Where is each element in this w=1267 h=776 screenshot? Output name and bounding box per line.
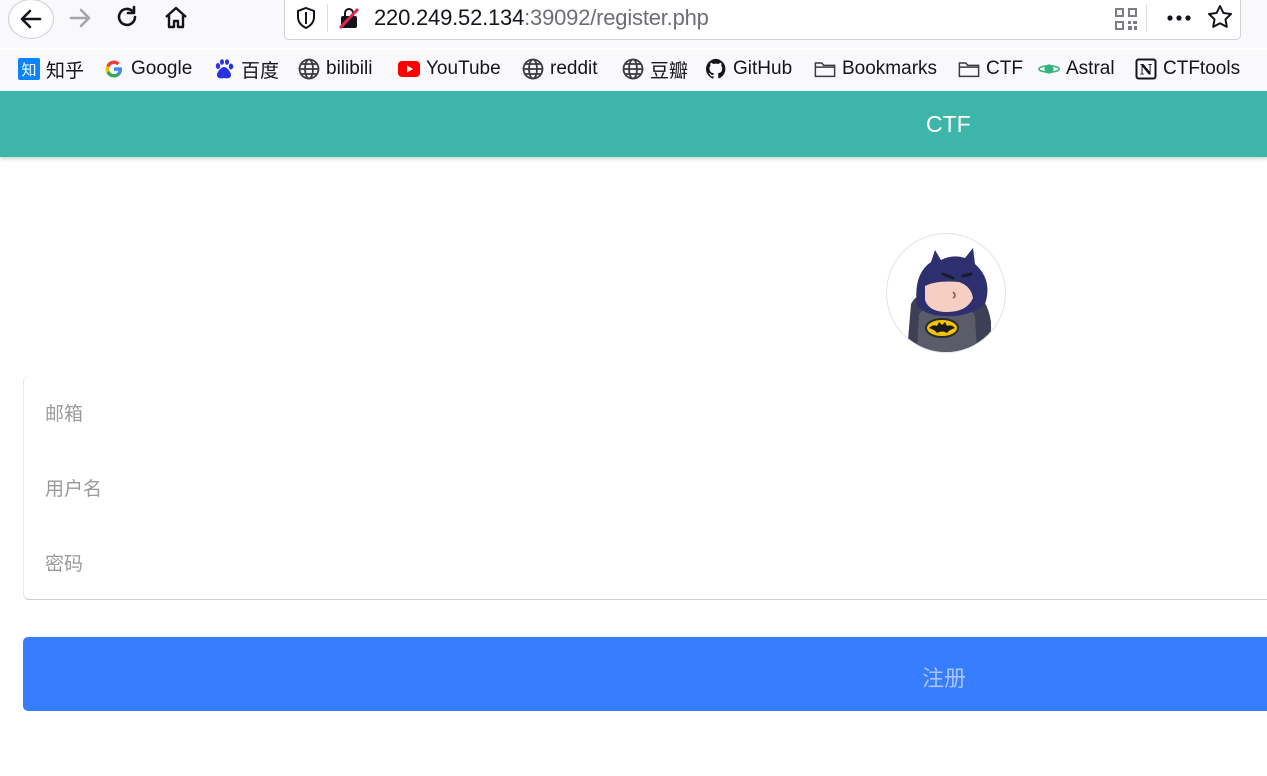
register-button-label: 注册 — [922, 667, 967, 692]
bookmark-label: 百度 — [241, 60, 280, 82]
arrow-left-icon — [20, 9, 42, 29]
globe-icon — [298, 58, 320, 80]
bookmark-label: CTFtools — [1163, 58, 1241, 79]
notion-icon: N — [1135, 58, 1157, 80]
bookmark-label: reddit — [550, 58, 598, 79]
baidu-icon — [213, 58, 235, 80]
shield-icon[interactable] — [295, 6, 317, 34]
site-title[interactable]: CTF — [926, 111, 971, 138]
email-field[interactable] — [24, 376, 1267, 451]
home-icon — [165, 6, 187, 29]
bookmark-folder-ctf[interactable]: CTF — [958, 55, 1023, 83]
register-button[interactable]: 注册 — [23, 637, 1267, 711]
bookmark-label: 知乎 — [46, 60, 85, 82]
bookmark-label: YouTube — [426, 58, 501, 79]
folder-icon — [814, 58, 836, 80]
bookmark-youtube[interactable]: YouTube — [398, 55, 501, 83]
github-icon — [705, 58, 727, 80]
globe-icon — [622, 58, 644, 80]
bookmark-label: CTF — [986, 58, 1023, 79]
forward-button[interactable] — [60, 0, 100, 36]
planet-icon — [1038, 58, 1060, 80]
browser-toolbar: 220.249.52.134:39092/register.php — [0, 0, 1267, 48]
zhihu-icon: 知 — [18, 58, 40, 80]
bookmark-label: Google — [131, 58, 193, 79]
bookmark-douban[interactable]: 豆瓣 — [622, 55, 688, 83]
url-bar[interactable]: 220.249.52.134:39092/register.php — [284, 0, 1241, 40]
bookmark-label: Astral — [1066, 58, 1115, 79]
site-header: CTF — [0, 91, 1267, 157]
google-icon — [103, 58, 125, 80]
url-text[interactable]: 220.249.52.134:39092/register.php — [374, 5, 709, 31]
bookmark-folder-bookmarks[interactable]: Bookmarks — [814, 55, 937, 83]
bookmark-github[interactable]: GitHub — [705, 55, 792, 83]
username-field[interactable] — [24, 451, 1267, 526]
password-field[interactable] — [24, 526, 1267, 601]
bookmark-reddit[interactable]: reddit — [522, 55, 598, 83]
bookmark-zhihu[interactable]: 知 知乎 — [18, 55, 84, 83]
more-actions-icon[interactable] — [1165, 6, 1193, 34]
url-separator-right — [1146, 4, 1147, 32]
svg-text:知: 知 — [21, 61, 36, 79]
bookmark-label: bilibili — [326, 58, 373, 79]
bookmark-baidu[interactable]: 百度 — [213, 55, 279, 83]
batman-avatar — [886, 233, 1006, 353]
bookmark-label: Bookmarks — [842, 58, 938, 79]
bookmark-google[interactable]: Google — [103, 55, 192, 83]
youtube-icon — [398, 58, 420, 80]
svg-text:N: N — [1140, 63, 1153, 79]
insecure-lock-icon[interactable] — [337, 6, 361, 34]
globe-icon — [522, 58, 544, 80]
arrow-right-icon — [69, 8, 91, 28]
bookmark-bilibili[interactable]: bilibili — [298, 55, 372, 83]
bookmark-astral[interactable]: Astral — [1038, 55, 1115, 83]
bookmark-label: GitHub — [733, 58, 793, 79]
url-host: 220.249.52.134 — [374, 5, 525, 30]
url-path: :39092/register.php — [524, 5, 709, 30]
bookmarks-bar: 知 知乎 Google 百度 bilibili YouTube reddit 豆… — [0, 50, 1267, 90]
bookmark-ctftools[interactable]: N CTFtools — [1135, 55, 1240, 83]
folder-icon — [958, 58, 980, 80]
bookmark-label: 豆瓣 — [650, 60, 689, 82]
back-button[interactable] — [8, 0, 54, 39]
home-button[interactable] — [156, 0, 196, 36]
reload-icon — [117, 5, 137, 27]
star-bookmark-icon[interactable] — [1207, 4, 1233, 34]
qr-code-icon[interactable] — [1114, 7, 1138, 35]
reload-button[interactable] — [107, 0, 147, 36]
url-separator — [327, 4, 328, 32]
register-form — [23, 376, 1267, 601]
